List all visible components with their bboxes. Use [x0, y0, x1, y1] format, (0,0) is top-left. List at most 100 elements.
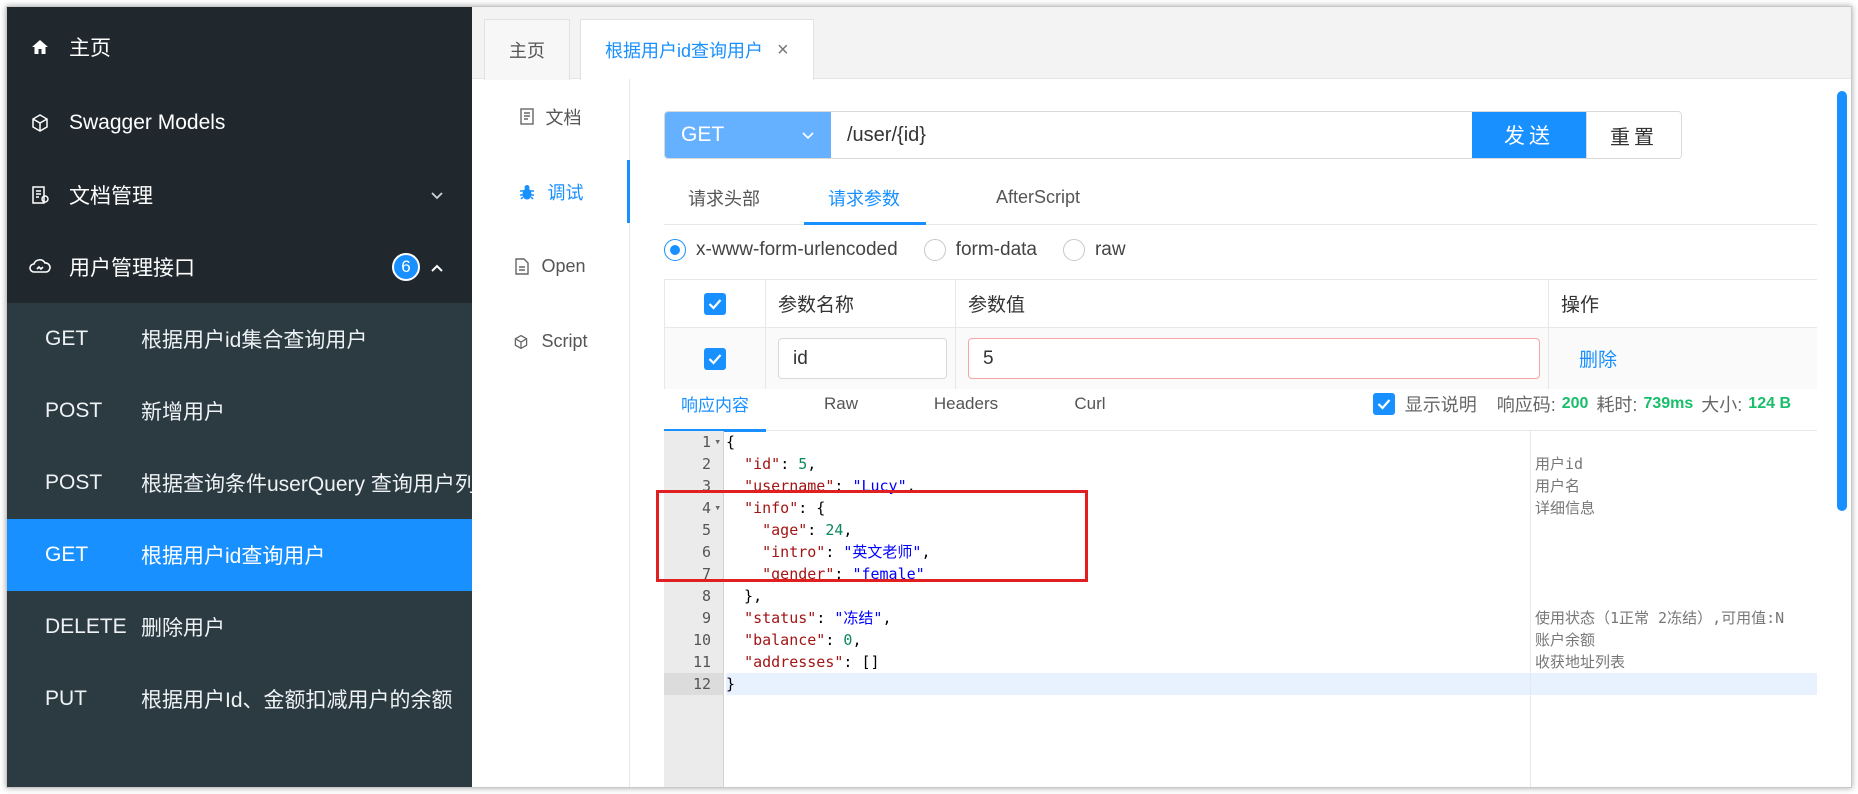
line-number: 2 [701, 455, 711, 473]
request-tabs: 请求头部 请求参数 AfterScript [664, 171, 1817, 225]
http-method: POST [45, 471, 103, 494]
tab-request-headers[interactable]: 请求头部 [664, 171, 784, 224]
debug-content: GET 发送 重置 请求头部 请求参数 AfterScript x [630, 79, 1817, 787]
field-description: 账户余额 [1535, 631, 1596, 649]
sidebar: 主页 Swagger Models 文档管理 用户管理接口 6 GET 根据用户… [7, 7, 472, 787]
sidebar-item-docs[interactable]: 文档管理 [7, 159, 472, 231]
highlight-box [656, 490, 1088, 582]
params-table: 参数名称 参数值 操作 id 5 删除 [664, 279, 1817, 389]
field-description: 使用状态（1正常 2冻结）,可用值:N [1535, 609, 1785, 627]
api-item-active[interactable]: GET 根据用户id查询用户 [7, 519, 472, 591]
line-number: 1 [664, 431, 723, 453]
line-number: 11 [692, 653, 711, 671]
sidebar-group-user-api[interactable]: 用户管理接口 6 [7, 231, 472, 303]
radio-label: raw [1094, 239, 1126, 260]
request-bar: GET 发送 重置 [664, 111, 1682, 159]
param-name-input[interactable] [778, 338, 947, 379]
tab-response-content[interactable]: 响应内容 [664, 377, 766, 432]
response-tabs: 响应内容 Raw Headers Curl 显示说明 响应码: 200 耗时: … [664, 377, 1817, 432]
line-number: 10 [692, 631, 711, 649]
tab-bar: 主页 根据用户id查询用户 × [472, 7, 1851, 80]
tab-curl[interactable]: Curl [1016, 377, 1164, 431]
line-number: 8 [701, 587, 711, 605]
checkbox-checked-icon[interactable] [704, 292, 726, 315]
document-icon [519, 108, 534, 125]
http-method: PUT [45, 687, 87, 710]
size-label: 大小: [1701, 395, 1743, 415]
http-method: POST [45, 399, 103, 422]
tab-home[interactable]: 主页 [484, 19, 570, 80]
tab-headers[interactable]: Headers [916, 377, 1016, 431]
radio-unchecked-icon [1062, 239, 1085, 261]
http-method: GET [45, 327, 89, 350]
api-item[interactable]: POST 根据查询条件userQuery 查询用户列 [7, 447, 472, 519]
cube-icon [513, 334, 529, 350]
api-label: 根据查询条件userQuery 查询用户列 [141, 473, 472, 496]
reset-button[interactable]: 重置 [1586, 112, 1681, 158]
time-label: 耗时: [1596, 395, 1638, 415]
api-item[interactable]: PUT 根据用户Id、金额扣减用户的余额 [7, 663, 472, 735]
tab-raw[interactable]: Raw [766, 377, 916, 431]
radio-urlencoded[interactable]: x-www-form-urlencoded [664, 239, 898, 261]
sidebar-group-label: 用户管理接口 [69, 257, 195, 280]
show-desc-checkbox[interactable] [1372, 393, 1395, 415]
description-column: 用户id 用户名 详细信息 使用状态（1正常 2冻结）,可用值:N 账户余额 收获地址列表 [1530, 431, 1817, 787]
chevron-up-icon [430, 255, 444, 279]
send-button[interactable]: 发送 [1472, 112, 1586, 158]
tab-label: 主页 [509, 41, 545, 61]
checkbox-checked-icon[interactable] [704, 347, 726, 370]
bug-icon [518, 183, 536, 201]
scrollbar[interactable] [1837, 91, 1847, 511]
vnav-label: Open [541, 256, 586, 276]
delete-link[interactable]: 删除 [1579, 345, 1617, 372]
line-number: 9 [701, 609, 711, 627]
api-label: 根据用户id集合查询用户 [141, 329, 368, 352]
status-code-label: 响应码: [1496, 395, 1556, 415]
vnav-script[interactable]: Script [472, 304, 629, 379]
sidebar-item-label: 文档管理 [69, 185, 153, 208]
api-item[interactable]: DELETE 删除用户 [7, 591, 472, 663]
tab-current-api[interactable]: 根据用户id查询用户 × [580, 19, 814, 80]
radio-label: form-data [955, 239, 1037, 260]
table-header: 参数名称 参数值 操作 [665, 280, 1817, 328]
vnav-debug[interactable]: 调试 [472, 154, 630, 229]
response-size: 124 B [1748, 395, 1791, 412]
cube-icon [29, 112, 51, 134]
radio-label: x-www-form-urlencoded [696, 239, 898, 260]
response-time: 739ms [1643, 395, 1694, 412]
chevron-down-icon [801, 123, 815, 147]
sidebar-item-home[interactable]: 主页 [7, 7, 472, 87]
api-item[interactable]: POST 新增用户 [7, 375, 472, 447]
line-number: 12 [664, 673, 723, 695]
url-input[interactable] [831, 112, 1472, 158]
sidebar-item-swagger-models[interactable]: Swagger Models [7, 87, 472, 159]
radio-raw[interactable]: raw [1062, 239, 1126, 261]
param-value-input[interactable] [968, 338, 1540, 379]
method-value: GET [681, 123, 725, 146]
vnav-doc[interactable]: 文档 [472, 79, 629, 154]
response-editor[interactable]: 123456789101112 { "id": 5, "username": "… [656, 431, 1817, 787]
status-code: 200 [1561, 395, 1589, 412]
close-icon[interactable]: × [777, 39, 789, 62]
field-description: 收获地址列表 [1535, 653, 1626, 671]
radio-form-data[interactable]: form-data [923, 239, 1037, 261]
http-method: DELETE [45, 615, 127, 638]
api-item[interactable]: GET 根据用户id集合查询用户 [7, 303, 472, 375]
vnav-open[interactable]: Open [472, 229, 629, 304]
main-panel: 主页 根据用户id查询用户 × 文档 调试 Open Script GET /u… [472, 7, 1851, 787]
vnav-label: 调试 [547, 182, 584, 203]
field-description: 详细信息 [1535, 499, 1596, 517]
tab-after-script[interactable]: AfterScript [972, 171, 1104, 224]
tab-request-params[interactable]: 请求参数 [804, 171, 926, 225]
radio-checked-icon [664, 239, 686, 261]
sidebar-item-label: Swagger Models [69, 111, 226, 134]
chevron-down-icon [430, 183, 444, 207]
line-gutter: 123456789101112 [664, 431, 724, 787]
response-meta: 显示说明 响应码: 200 耗时: 739ms 大小: 124 B [1372, 377, 1799, 431]
method-select[interactable]: GET [665, 112, 831, 158]
column-header: 操作 [1561, 295, 1600, 316]
app-window: 主页 Swagger Models 文档管理 用户管理接口 6 GET 根据用户… [6, 6, 1852, 788]
tab-label: 根据用户id查询用户 [605, 41, 764, 61]
count-badge: 6 [392, 253, 420, 281]
